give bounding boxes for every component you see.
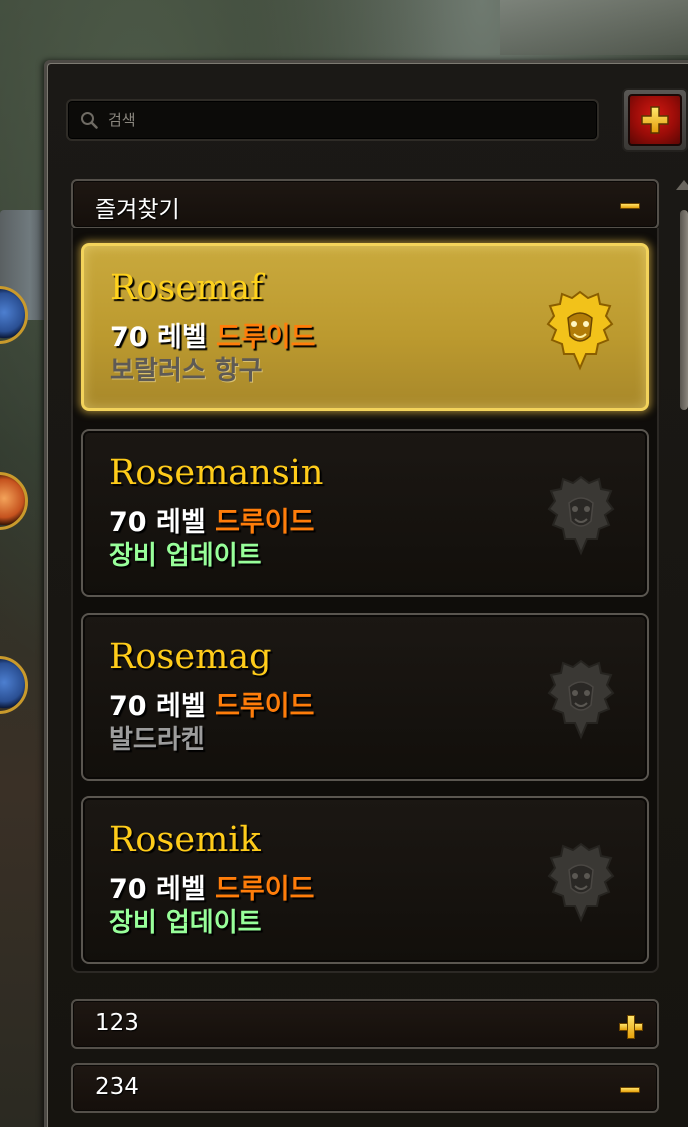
character-card[interactable]: Rosemag 70 레벨 드루이드 발드라켄 [81,613,649,781]
group-header-234[interactable]: 234 [71,1063,659,1113]
character-location: 장비 업데이트 [109,908,262,938]
add-button-face [628,94,682,146]
search-box[interactable] [66,99,599,141]
character-card[interactable]: Rosemansin 70 레벨 드루이드 장비 업데이트 [81,429,649,597]
scroll-up-arrow-icon[interactable] [676,180,688,190]
scroll-thumb[interactable] [680,210,688,410]
character-level-class: 70 레벨 드루이드 [110,315,315,354]
collapse-group-button[interactable] [617,193,643,219]
minus-icon [620,203,640,209]
character-location: 발드라켄 [109,725,205,755]
minus-icon [620,1087,640,1093]
character-name: Rosemag [109,637,272,677]
character-class: 드루이드 [215,507,315,538]
character-level-class: 70 레벨 드루이드 [109,684,314,723]
character-level-class: 70 레벨 드루이드 [109,867,314,906]
character-level: 70 레벨 [109,691,206,722]
alliance-lion-icon [546,290,614,371]
search-icon [81,112,98,129]
alliance-lion-icon [547,475,615,556]
group-header-123[interactable]: 123 [71,999,659,1049]
character-card[interactable]: Rosemik 70 레벨 드루이드 장비 업데이트 [81,796,649,964]
alliance-lion-icon [547,842,615,923]
character-name: Rosemik [109,820,261,860]
character-level: 70 레벨 [110,322,207,353]
character-name: Rosemaf [110,268,264,308]
character-level: 70 레벨 [109,507,206,538]
character-class: 드루이드 [215,691,315,722]
group-header-favorites[interactable]: 즐겨찾기 [71,179,659,229]
add-group-button[interactable] [622,88,688,152]
character-class: 드루이드 [216,322,316,353]
alliance-lion-icon [547,659,615,740]
group-title: 234 [95,1074,139,1100]
plus-icon [619,1015,643,1039]
expand-group-button[interactable] [617,1013,643,1039]
plus-icon [641,106,669,134]
character-class: 드루이드 [215,874,315,905]
list-scrollbar[interactable] [676,180,688,420]
background-structure [500,0,688,55]
collapse-group-button[interactable] [617,1077,643,1103]
character-location: 장비 업데이트 [109,541,262,571]
search-input[interactable] [108,109,588,131]
group-title: 123 [95,1010,139,1036]
character-level: 70 레벨 [109,874,206,905]
character-level-class: 70 레벨 드루이드 [109,500,314,539]
character-card[interactable]: Rosemaf 70 레벨 드루이드 보랄러스 항구 [81,243,649,411]
character-name: Rosemansin [109,453,324,493]
group-title: 즐겨찾기 [95,197,180,223]
character-location: 보랄러스 항구 [110,356,263,386]
